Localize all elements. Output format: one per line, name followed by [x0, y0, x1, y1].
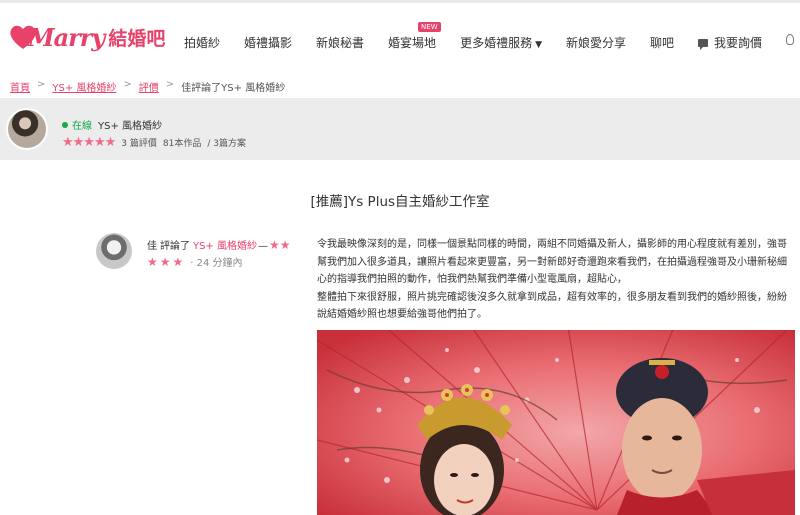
top-navigation: Marry 結婚吧 拍婚紗 婚禮攝影 新娘秘書 NEW 婚宴場地 更多婚禮服務 ▼… — [0, 0, 800, 62]
review-rating-stars: ★★ — [269, 238, 291, 252]
logo-script-text: Marry — [28, 22, 105, 52]
review-photo[interactable] — [317, 330, 795, 515]
nav-item-more-services[interactable]: 更多婚禮服務 ▼ — [460, 34, 542, 51]
nav-item-bride-share[interactable]: 新娘愛分享 — [566, 34, 626, 51]
nav-item-chat[interactable]: 聊吧 — [650, 34, 674, 51]
breadcrumb-vendor[interactable]: YS+ 風格婚紗 — [52, 79, 116, 94]
review-body: 令我最映像深刻的是，同樣一個景點同樣的時間，兩組不同婚攝及新人，攝影師的用心程度… — [317, 236, 795, 324]
reviewer-line: 佳評論了 YS+ 風格婚紗—★★ — [147, 237, 291, 252]
vendor-rating-stars: ★★★★★ — [62, 135, 116, 150]
nav-item-more-label: 更多婚禮服務 — [460, 36, 533, 50]
reviewer-meta: ★★★ · 24 分鐘內 — [147, 254, 243, 270]
inquiry-label: 我要詢價 — [714, 36, 763, 50]
lightbulb-icon[interactable] — [786, 34, 794, 45]
new-badge: NEW — [418, 22, 441, 32]
breadcrumb-reviews[interactable]: 評價 — [139, 79, 159, 94]
nav-item-wedding-photography[interactable]: 婚禮攝影 — [244, 34, 292, 51]
nav-item-wedding-photo[interactable]: 拍婚紗 — [184, 34, 220, 51]
reviewer-name[interactable]: 佳 — [147, 241, 157, 252]
review-paragraph: 整體拍下來很舒服，照片挑完確認後沒多久就拿到成品，超有效率的，很多朋友看到我們的… — [317, 291, 787, 321]
review-title: [推薦]Ys Plus自主婚紗工作室 — [310, 194, 490, 210]
online-dot-icon — [62, 121, 68, 128]
online-status: 在線 — [72, 121, 92, 132]
chevron-down-icon: ▼ — [535, 40, 542, 50]
review-paragraph: 令我最映像深刻的是，同樣一個景點同樣的時間，兩組不同婚攝及新人，攝影師的用心程度… — [317, 239, 787, 285]
reviewer-avatar[interactable] — [96, 233, 132, 269]
site-logo[interactable]: Marry 結婚吧 — [8, 17, 165, 57]
chat-icon — [698, 38, 708, 50]
breadcrumb-separator: > — [37, 79, 46, 90]
vendor-avatar[interactable] — [6, 108, 48, 150]
vendor-stats: ★★★★★ 3 篇評價 81本作品 / 3篇方案 — [62, 135, 252, 150]
breadcrumb-separator: > — [123, 79, 132, 90]
vendor-works-count[interactable]: 81本作品 — [163, 136, 201, 149]
vendor-review-count[interactable]: 3 篇評價 — [121, 136, 157, 149]
vendor-name[interactable]: YS+ 風格婚紗 — [98, 117, 162, 132]
vendor-status-row: 在線 YS+ 風格婚紗 — [62, 117, 162, 132]
review-time: · 24 分鐘內 — [190, 258, 243, 269]
heart-logo-icon — [10, 25, 36, 49]
logo-chinese-text: 結婚吧 — [108, 27, 166, 50]
breadcrumb-separator: > — [165, 79, 175, 90]
breadcrumb: 首頁 > YS+ 風格婚紗 > 評價 > 佳評論了YS+ 風格婚紗 — [10, 79, 285, 94]
vendor-plans-count[interactable]: / 3篇方案 — [207, 136, 246, 149]
rating-dash: — — [258, 241, 269, 252]
breadcrumb-home[interactable]: 首頁 — [10, 79, 30, 94]
review-rating-stars-cont: ★★★ — [147, 254, 186, 269]
nav-item-bridal-makeup[interactable]: 新娘秘書 — [316, 34, 364, 51]
breadcrumb-current: 佳評論了YS+ 風格婚紗 — [181, 83, 286, 94]
nav-item-venue-label: 婚宴場地 — [388, 36, 437, 50]
inquiry-link[interactable]: 我要詢價 — [698, 34, 762, 51]
wedding-photo-image — [317, 330, 795, 515]
main-nav: 拍婚紗 婚禮攝影 新娘秘書 NEW 婚宴場地 更多婚禮服務 ▼ 新娘愛分享 聊吧 — [184, 22, 698, 51]
nav-item-venue[interactable]: NEW 婚宴場地 — [388, 22, 441, 51]
reviewer-action: 評論了 — [160, 241, 190, 252]
reviewed-vendor-link[interactable]: YS+ 風格婚紗 — [193, 241, 257, 252]
